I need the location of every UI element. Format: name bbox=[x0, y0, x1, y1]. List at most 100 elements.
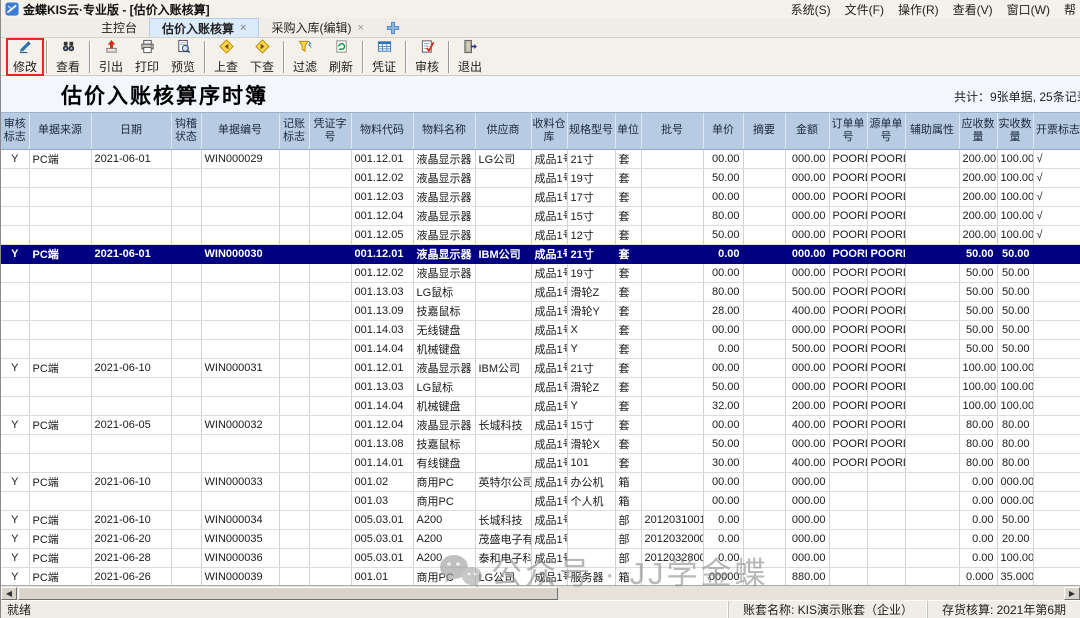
cell[interactable] bbox=[29, 168, 91, 187]
cell[interactable]: 005.03.01 bbox=[351, 510, 413, 529]
cell[interactable]: 50.00 bbox=[703, 225, 743, 244]
column-header-8[interactable]: 物料名称 bbox=[413, 113, 475, 149]
scrollbar-thumb[interactable] bbox=[18, 587, 558, 600]
cell[interactable]: 000.00 bbox=[785, 320, 829, 339]
cell[interactable]: POORDOC bbox=[867, 187, 905, 206]
cell[interactable] bbox=[641, 377, 703, 396]
cell[interactable] bbox=[171, 339, 201, 358]
cell[interactable] bbox=[641, 339, 703, 358]
cell[interactable] bbox=[905, 358, 959, 377]
cell[interactable]: PC端 bbox=[29, 548, 91, 567]
cell[interactable]: 50.00 bbox=[959, 282, 997, 301]
cell[interactable] bbox=[905, 225, 959, 244]
tab-close-icon[interactable]: × bbox=[357, 22, 363, 34]
cell[interactable]: 001.12.04 bbox=[351, 415, 413, 434]
cell[interactable]: 005.03.01 bbox=[351, 548, 413, 567]
cell[interactable]: POORDOC bbox=[867, 149, 905, 168]
cell[interactable]: 001.13.03 bbox=[351, 377, 413, 396]
cell[interactable]: 2021-06-10 bbox=[91, 358, 171, 377]
menu-item-0[interactable]: 系统(S) bbox=[791, 1, 831, 18]
cell[interactable] bbox=[1033, 358, 1080, 377]
cell[interactable] bbox=[91, 301, 171, 320]
cell[interactable]: 80.00 bbox=[997, 434, 1033, 453]
cell[interactable] bbox=[201, 206, 279, 225]
cell[interactable] bbox=[171, 548, 201, 567]
cell[interactable] bbox=[309, 510, 351, 529]
cell[interactable] bbox=[867, 529, 905, 548]
cell[interactable] bbox=[279, 282, 309, 301]
cell[interactable]: 00.00 bbox=[703, 320, 743, 339]
cell[interactable]: √ bbox=[1033, 225, 1080, 244]
cell[interactable] bbox=[309, 320, 351, 339]
cell[interactable]: 长城科技 bbox=[475, 415, 531, 434]
cell[interactable] bbox=[905, 282, 959, 301]
column-header-5[interactable]: 记账 标志 bbox=[279, 113, 309, 149]
cell[interactable] bbox=[29, 320, 91, 339]
cell[interactable]: 100.00 bbox=[997, 358, 1033, 377]
cell[interactable]: 成品1号 bbox=[531, 453, 567, 472]
cell[interactable]: 套 bbox=[615, 320, 641, 339]
column-header-2[interactable]: 日期 bbox=[91, 113, 171, 149]
toolbar-button-5[interactable]: 上查 bbox=[208, 39, 244, 75]
cell[interactable] bbox=[171, 244, 201, 263]
cell[interactable]: 000.00 bbox=[997, 472, 1033, 491]
cell[interactable]: PC端 bbox=[29, 358, 91, 377]
cell[interactable] bbox=[309, 415, 351, 434]
cell[interactable] bbox=[743, 320, 785, 339]
cell[interactable]: 成品1号 bbox=[531, 472, 567, 491]
cell[interactable]: X bbox=[567, 320, 615, 339]
table-row-13[interactable]: 001.14.04机械键盘成品1号Y套32.00200.00POORDOCPOO… bbox=[1, 396, 1080, 415]
cell[interactable] bbox=[309, 244, 351, 263]
table-row-11[interactable]: YPC端2021-06-10WIN000031001.12.01液晶显示器IBM… bbox=[1, 358, 1080, 377]
cell[interactable] bbox=[867, 510, 905, 529]
cell[interactable] bbox=[1033, 377, 1080, 396]
cell[interactable] bbox=[171, 263, 201, 282]
cell[interactable] bbox=[1, 396, 29, 415]
table-row-1[interactable]: 001.12.02液晶显示器成品1号19寸套50.00000.00POORDOC… bbox=[1, 168, 1080, 187]
cell[interactable] bbox=[567, 510, 615, 529]
table-row-18[interactable]: 001.03商用PC成品1号个人机箱00.00000.000.00000.00 bbox=[1, 491, 1080, 510]
tab-1[interactable]: 估价入账核算× bbox=[149, 18, 259, 37]
cell[interactable] bbox=[171, 168, 201, 187]
cell[interactable]: WIN000031 bbox=[201, 358, 279, 377]
toolbar-button-3[interactable]: 打印 bbox=[129, 39, 165, 75]
cell[interactable]: 套 bbox=[615, 168, 641, 187]
cell[interactable] bbox=[201, 453, 279, 472]
cell[interactable]: IBM公司 bbox=[475, 244, 531, 263]
cell[interactable]: 100.00 bbox=[959, 358, 997, 377]
cell[interactable]: POORDOC bbox=[867, 434, 905, 453]
cell[interactable] bbox=[29, 491, 91, 510]
column-header-0[interactable]: 审核 标志 bbox=[1, 113, 29, 149]
cell[interactable]: PC端 bbox=[29, 472, 91, 491]
cell[interactable] bbox=[905, 529, 959, 548]
menu-item-5[interactable]: 帮 bbox=[1064, 1, 1076, 18]
cell[interactable] bbox=[91, 168, 171, 187]
cell[interactable] bbox=[201, 339, 279, 358]
table-row-19[interactable]: YPC端2021-06-10WIN000034005.03.01A200长城科技… bbox=[1, 510, 1080, 529]
cell[interactable] bbox=[905, 339, 959, 358]
menu-item-4[interactable]: 窗口(W) bbox=[1007, 1, 1050, 18]
cell[interactable]: Y bbox=[1, 472, 29, 491]
cell[interactable] bbox=[867, 491, 905, 510]
cell[interactable]: LG鼠标 bbox=[413, 282, 475, 301]
cell[interactable]: 2012031001 bbox=[641, 510, 703, 529]
cell[interactable]: 0.00 bbox=[703, 244, 743, 263]
cell[interactable]: 0.00 bbox=[703, 339, 743, 358]
cell[interactable]: POORDOC bbox=[867, 396, 905, 415]
cell[interactable]: POORDOC bbox=[829, 377, 867, 396]
cell[interactable] bbox=[171, 320, 201, 339]
column-header-6[interactable]: 凭证字 号 bbox=[309, 113, 351, 149]
cell[interactable] bbox=[475, 263, 531, 282]
cell[interactable]: 50.00 bbox=[959, 263, 997, 282]
cell[interactable]: Y bbox=[1, 548, 29, 567]
cell[interactable]: WIN000032 bbox=[201, 415, 279, 434]
column-header-19[interactable]: 辅助属性 bbox=[905, 113, 959, 149]
cell[interactable] bbox=[29, 434, 91, 453]
cell[interactable]: 0.00 bbox=[959, 472, 997, 491]
cell[interactable]: Y bbox=[1, 149, 29, 168]
cell[interactable] bbox=[171, 358, 201, 377]
cell[interactable]: 服务器 bbox=[567, 567, 615, 585]
cell[interactable] bbox=[171, 377, 201, 396]
cell[interactable]: 20.00 bbox=[997, 529, 1033, 548]
cell[interactable] bbox=[905, 472, 959, 491]
